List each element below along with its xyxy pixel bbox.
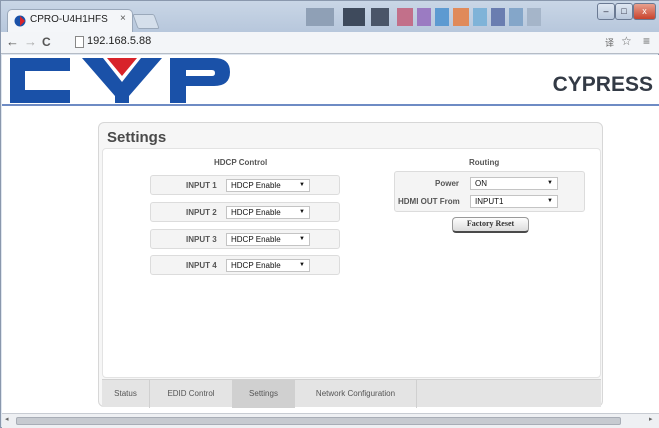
header-divider [2, 104, 659, 106]
input-label: INPUT 1 [186, 181, 217, 190]
select-value: INPUT1 [475, 197, 504, 206]
hdmi-out-label: HDMI OUT From [398, 197, 460, 206]
input-label: INPUT 2 [186, 208, 217, 217]
page-title: Settings [107, 129, 167, 146]
tab-close-icon[interactable]: × [120, 13, 126, 24]
taskbar-thumbnail [417, 8, 431, 26]
bookmark-star-icon[interactable]: ☆ [621, 34, 632, 48]
taskbar-thumbnail [453, 8, 469, 26]
scroll-right-icon[interactable]: ▸ [649, 415, 653, 423]
address-bar[interactable]: 192.168.5.88 [71, 34, 641, 51]
taskbar-thumbnail [509, 8, 523, 26]
url-text: 192.168.5.88 [87, 35, 152, 47]
cyp-logo [10, 58, 230, 103]
hdcp-control-heading: HDCP Control [214, 158, 268, 167]
routing-heading: Routing [469, 158, 500, 167]
chevron-down-icon: ▼ [547, 180, 553, 186]
taskbar-thumbnail [397, 8, 413, 26]
settings-panel: Settings HDCP Control INPUT 1 HDCP Enabl… [98, 122, 603, 408]
browser-toolbar: ← → C 192.168.5.88 译 ☆ ≡ [1, 32, 659, 54]
hdcp-select-input3[interactable]: HDCP Enable ▼ [226, 233, 310, 246]
tab-network-configuration[interactable]: Network Configuration [295, 380, 417, 408]
taskbar-thumbnail [343, 8, 365, 26]
power-label: Power [435, 179, 460, 188]
horizontal-scrollbar[interactable]: ◂ ▸ [2, 413, 659, 428]
browser-window: CPRO-U4H1HFS × – □ x ← → C 192.168.5.88 … [0, 0, 659, 428]
tab-strip: CPRO-U4H1HFS × – □ x [1, 1, 659, 32]
page-tab-bar: Status EDID Control Settings Network Con… [102, 379, 601, 408]
select-value: ON [475, 179, 487, 188]
hdcp-row-input3: INPUT 3 HDCP Enable ▼ [150, 229, 340, 249]
taskbar-thumbnail [527, 8, 541, 26]
routing-box: Power ON ▼ HDMI OUT From INPUT1 ▼ [394, 171, 585, 212]
favicon-icon [14, 15, 26, 27]
scroll-left-icon[interactable]: ◂ [5, 415, 9, 423]
hdcp-select-input2[interactable]: HDCP Enable ▼ [226, 206, 310, 219]
chevron-down-icon: ▼ [547, 198, 553, 204]
back-icon[interactable]: ← [6, 34, 19, 49]
tab-edid-control[interactable]: EDID Control [150, 380, 233, 408]
taskbar-thumbnail [491, 8, 505, 26]
brand-name: CYPRESS [552, 73, 653, 96]
tab-settings[interactable]: Settings [233, 380, 295, 408]
settings-content: HDCP Control INPUT 1 HDCP Enable ▼ INPUT… [102, 148, 601, 378]
tab-title: CPRO-U4H1HFS [30, 14, 108, 25]
hdcp-select-input1[interactable]: HDCP Enable ▼ [226, 179, 310, 192]
maximize-button[interactable]: □ [615, 3, 633, 20]
select-value: HDCP Enable [231, 208, 281, 217]
hdcp-row-input2: INPUT 2 HDCP Enable ▼ [150, 202, 340, 222]
tab-status[interactable]: Status [102, 380, 150, 408]
forward-icon[interactable]: → [24, 34, 37, 49]
taskbar-thumbnail [306, 8, 334, 26]
web-page: CYPRESS Settings HDCP Control INPUT 1 HD… [2, 55, 659, 413]
translate-icon[interactable]: 译 [605, 36, 614, 49]
browser-tab[interactable]: CPRO-U4H1HFS × [7, 9, 133, 32]
select-value: HDCP Enable [231, 235, 281, 244]
factory-reset-button[interactable]: Factory Reset [452, 217, 529, 233]
minimize-button[interactable]: – [597, 3, 615, 20]
hdcp-row-input4: INPUT 4 HDCP Enable ▼ [150, 255, 340, 275]
chevron-down-icon: ▼ [299, 182, 305, 188]
hdmi-out-select[interactable]: INPUT1 ▼ [470, 195, 558, 208]
chevron-down-icon: ▼ [299, 262, 305, 268]
scrollbar-thumb[interactable] [16, 417, 621, 425]
power-select[interactable]: ON ▼ [470, 177, 558, 190]
hdcp-row-input1: INPUT 1 HDCP Enable ▼ [150, 175, 340, 195]
select-value: HDCP Enable [231, 181, 281, 190]
taskbar-thumbnail [473, 8, 487, 26]
page-icon [75, 36, 84, 48]
new-tab-button[interactable] [132, 14, 160, 29]
input-label: INPUT 3 [186, 235, 217, 244]
taskbar-thumbnail [435, 8, 449, 26]
input-label: INPUT 4 [186, 261, 217, 270]
chevron-down-icon: ▼ [299, 209, 305, 215]
taskbar-thumbnail [371, 8, 389, 26]
close-window-button[interactable]: x [633, 3, 656, 20]
hdcp-select-input4[interactable]: HDCP Enable ▼ [226, 259, 310, 272]
menu-icon[interactable]: ≡ [643, 34, 650, 48]
reload-icon[interactable]: C [42, 35, 51, 49]
select-value: HDCP Enable [231, 261, 281, 270]
chevron-down-icon: ▼ [299, 236, 305, 242]
